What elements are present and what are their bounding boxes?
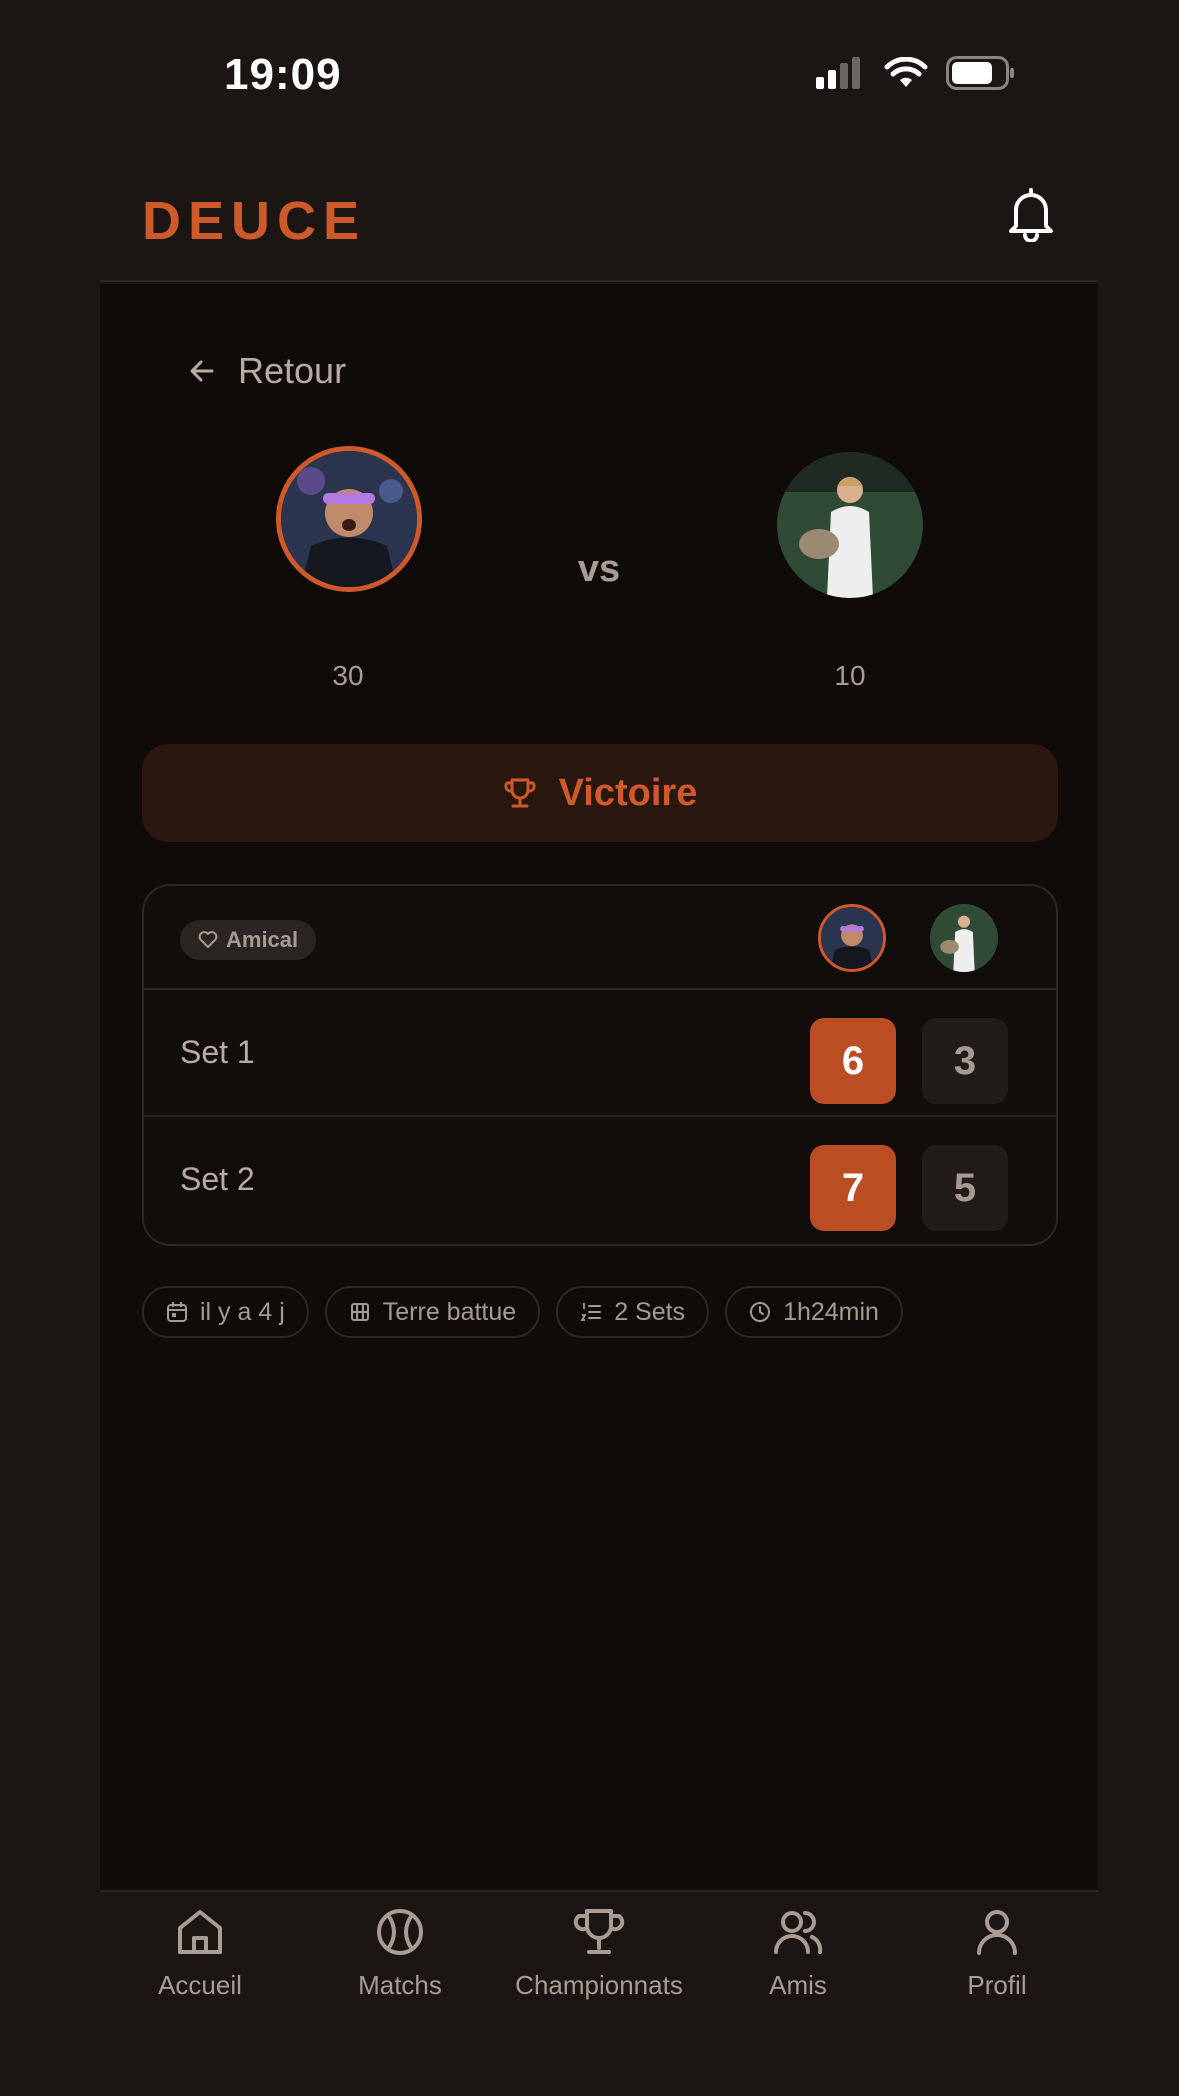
nav-championships[interactable]: Championnats	[499, 1906, 699, 2001]
app-logo: DEUCE	[142, 191, 367, 251]
set-score-player1: 7	[810, 1145, 896, 1231]
home-icon	[178, 1910, 222, 1954]
arrow-left-icon	[190, 360, 214, 382]
nav-home-label: Accueil	[158, 1970, 242, 2000]
result-banner: Victoire	[142, 744, 1058, 842]
nav-matches-label: Matchs	[358, 1970, 442, 2000]
nav-friends-label: Amis	[769, 1970, 827, 2000]
signal-icon	[816, 57, 860, 89]
status-bar: 19:09	[100, 0, 1098, 150]
back-label: Retour	[238, 350, 347, 391]
score-card-header: Amical	[144, 886, 1056, 990]
player2-avatar[interactable]	[777, 452, 923, 598]
clock-icon	[750, 1302, 771, 1322]
heart-icon	[198, 931, 218, 948]
user-icon	[977, 1910, 1017, 1955]
calendar-icon	[167, 1302, 187, 1322]
match-info-chips: il y a 4 j Terre battue 2 Sets 1h24min	[142, 1286, 903, 1338]
player1-score: 30	[332, 660, 364, 691]
app-header: DEUCE	[100, 150, 1098, 282]
player2-mini-avatar	[930, 904, 998, 972]
set-label: Set 2	[180, 1161, 255, 1197]
nav-profile-label: Profil	[967, 1970, 1027, 2000]
trophy-icon	[573, 1909, 625, 1954]
player2-photo	[777, 452, 923, 598]
list-ordered-icon	[580, 1303, 602, 1321]
surface-label: Terre battue	[382, 1297, 517, 1326]
bottom-nav: Accueil Matchs Championnats Amis Profil	[100, 1890, 1098, 2096]
status-icons	[816, 56, 1016, 90]
users-icon	[774, 1911, 823, 1954]
match-type-badge: Amical	[180, 920, 317, 960]
duration-label: 1h24min	[783, 1297, 879, 1326]
nav-home[interactable]: Accueil	[100, 1906, 300, 2001]
date-chip: il y a 4 j	[142, 1286, 309, 1338]
nav-matches[interactable]: Matchs	[300, 1906, 500, 2001]
trophy-icon	[504, 778, 536, 808]
set-score-player1: 6	[810, 1018, 896, 1104]
bell-icon[interactable]	[1006, 186, 1056, 242]
player2-score: 10	[834, 660, 866, 691]
result-label: Victoire	[558, 771, 698, 814]
court-icon	[350, 1303, 369, 1321]
set-score-player2: 3	[922, 1018, 1008, 1104]
nav-friends[interactable]: Amis	[698, 1906, 898, 2001]
app: 19:09 DEUCE Retour vs 30 10 Victoire Ami…	[100, 0, 1098, 2096]
date-label: il y a 4 j	[200, 1297, 285, 1326]
back-button[interactable]: Retour	[188, 350, 346, 392]
match-type-label: Amical	[226, 927, 299, 952]
nav-profile[interactable]: Profil	[897, 1906, 1097, 2001]
vs-label: vs	[577, 548, 621, 590]
surface-chip: Terre battue	[324, 1286, 541, 1338]
set-row: Set 1 6 3	[144, 990, 1056, 1117]
set-score-player2: 5	[922, 1145, 1008, 1231]
tennis-ball-icon	[377, 1909, 423, 1955]
status-time: 19:09	[224, 50, 342, 99]
battery-icon	[946, 56, 1014, 90]
set-label: Set 1	[180, 1034, 255, 1070]
format-label: 2 Sets	[614, 1297, 686, 1326]
nav-championships-label: Championnats	[515, 1970, 683, 2000]
player1-mini-avatar	[818, 904, 886, 972]
duration-chip: 1h24min	[725, 1286, 903, 1338]
match-detail: Retour vs 30 10 Victoire Amical Set 1 6 …	[100, 284, 1098, 1890]
format-chip: 2 Sets	[556, 1286, 710, 1338]
score-card: Amical Set 1 6 3 Set 2 7 5	[142, 884, 1058, 1246]
wifi-icon	[884, 57, 928, 87]
set-row: Set 2 7 5	[144, 1117, 1056, 1244]
